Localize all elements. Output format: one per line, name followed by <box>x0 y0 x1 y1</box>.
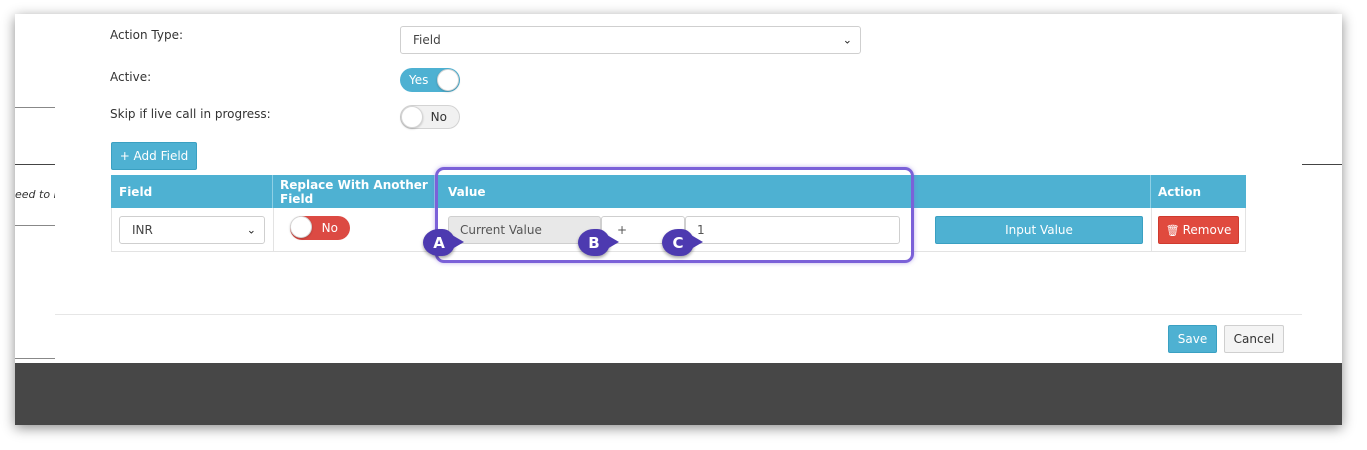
toggle-knob <box>401 106 423 128</box>
background-divider <box>15 107 55 108</box>
save-label: Save <box>1177 332 1208 346</box>
input-value-label: Input Value <box>1005 223 1073 237</box>
replace-field-toggle[interactable]: No <box>290 216 350 240</box>
marker-a: A <box>423 229 464 256</box>
add-field-button[interactable]: + Add Field <box>111 142 197 170</box>
input-value-button[interactable]: Input Value <box>935 216 1143 244</box>
modal-footer-divider <box>55 314 1302 315</box>
field-select-value: INR <box>132 223 153 237</box>
skip-live-call-toggle[interactable]: No <box>400 105 460 129</box>
toggle-knob <box>437 69 459 91</box>
header-replace: Replace With Another Field <box>280 177 428 206</box>
cancel-label: Cancel <box>1233 332 1275 346</box>
screenshot-frame: eed to b Action Type: Field ⌄ Active: Ye… <box>15 14 1342 425</box>
active-toggle[interactable]: Yes <box>400 68 460 92</box>
marker-b: B <box>578 229 619 256</box>
cell-divider <box>1151 208 1152 252</box>
background-divider <box>1302 164 1342 165</box>
chevron-down-icon: ⌄ <box>842 33 852 47</box>
trash-icon: 🗑 <box>1165 223 1180 237</box>
skip-toggle-label: No <box>430 110 447 124</box>
remove-button[interactable]: 🗑 Remove <box>1158 216 1239 244</box>
background-page-right <box>1302 14 1342 363</box>
background-text: eed to b <box>15 188 61 201</box>
header-action: Action <box>1158 184 1202 199</box>
action-type-select[interactable]: Field ⌄ <box>400 26 861 54</box>
background-divider <box>15 358 55 359</box>
header-field: Field <box>119 184 153 199</box>
active-toggle-label: Yes <box>409 73 429 87</box>
remove-label: Remove <box>1182 223 1232 237</box>
action-type-value: Field <box>413 33 441 47</box>
skip-live-call-label: Skip if live call in progress: <box>110 107 271 121</box>
cancel-button[interactable]: Cancel <box>1224 325 1284 353</box>
background-divider <box>15 164 55 165</box>
replace-toggle-label: No <box>321 221 338 235</box>
cell-divider <box>273 208 274 252</box>
marker-c: C <box>662 229 703 256</box>
background-divider <box>15 225 55 226</box>
field-select[interactable]: INR ⌄ <box>119 216 265 244</box>
active-label: Active: <box>110 70 152 84</box>
action-type-label: Action Type: <box>110 28 184 42</box>
chevron-down-icon: ⌄ <box>246 223 256 237</box>
save-button[interactable]: Save <box>1168 325 1217 353</box>
add-field-label: + Add Field <box>119 149 189 163</box>
toggle-knob <box>290 216 312 238</box>
